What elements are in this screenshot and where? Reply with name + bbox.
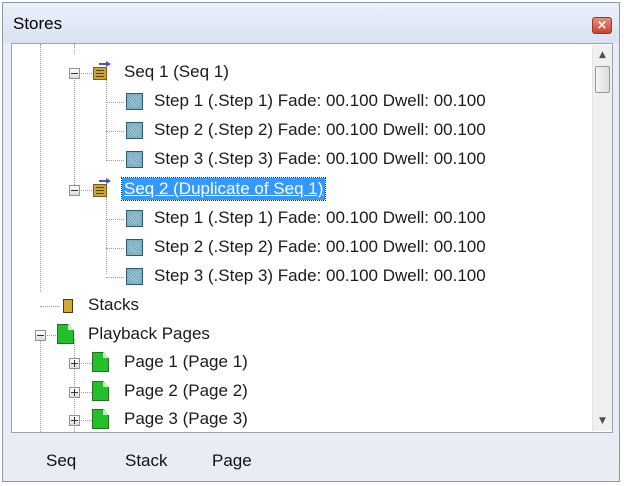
tree-item-step[interactable]: Step 2 (.Step 2) Fade: 00.100 Dwell: 00.… [12, 116, 592, 144]
tree-branch-line [106, 102, 124, 103]
tree-item-step[interactable]: Step 1 (.Step 1) Fade: 00.100 Dwell: 00.… [12, 204, 592, 232]
step-icon [126, 268, 143, 285]
close-icon: × [596, 18, 608, 33]
tree-item-step[interactable]: Step 2 (.Step 2) Fade: 00.100 Dwell: 00.… [12, 233, 592, 261]
tree-item-label: Step 2 (.Step 2) Fade: 00.100 Dwell: 00.… [154, 120, 486, 139]
page-button[interactable]: Page [212, 451, 252, 471]
page-icon [92, 409, 110, 429]
expand-toggle[interactable] [69, 358, 80, 369]
tree-item-step[interactable]: Step 3 (.Step 3) Fade: 00.100 Dwell: 00.… [12, 262, 592, 290]
tree-branch-line [106, 131, 124, 132]
tree-item-playback-pages[interactable]: Playback Pages [12, 320, 592, 348]
step-icon [126, 122, 143, 139]
stack-button[interactable]: Stack [125, 451, 168, 471]
tree-item-label: Page 2 (Page 2) [124, 381, 248, 400]
scroll-down-arrow-icon[interactable]: ▼ [593, 411, 612, 431]
tree-branch-line [106, 160, 124, 161]
tree-item-label: Step 1 (.Step 1) Fade: 00.100 Dwell: 00.… [154, 91, 486, 110]
tree-item-seq-2[interactable]: Seq 2 (Duplicate of Seq 1) [12, 175, 592, 203]
expand-toggle[interactable] [69, 415, 80, 426]
page-icon [92, 352, 110, 372]
tree-item-label: Step 3 (.Step 3) Fade: 00.100 Dwell: 00.… [154, 266, 486, 285]
expand-toggle[interactable] [69, 387, 80, 398]
tree-item-label: Step 1 (.Step 1) Fade: 00.100 Dwell: 00.… [154, 208, 486, 227]
tree-item-page[interactable]: Page 1 (Page 1) [12, 348, 592, 376]
tree-item-label: Page 3 (Page 3) [124, 409, 248, 428]
tree-item-label: Playback Pages [88, 324, 210, 343]
tree-item-step[interactable]: Step 3 (.Step 3) Fade: 00.100 Dwell: 00.… [12, 145, 592, 173]
tree-item-stacks[interactable]: Stacks [12, 291, 592, 319]
tree-item-label: Page 1 (Page 1) [124, 352, 248, 371]
tree-branch-line [40, 306, 60, 307]
tree-guide-line [74, 44, 75, 54]
page-icon [92, 381, 110, 401]
tree-item-label: Seq 1 (Seq 1) [124, 62, 229, 81]
sequence-icon [92, 178, 111, 197]
window-title: Stores [13, 14, 63, 33]
collapse-toggle[interactable] [35, 330, 46, 341]
seq-button[interactable]: Seq [46, 451, 76, 471]
vertical-scrollbar[interactable]: ▲ ▼ [592, 45, 612, 431]
scroll-up-arrow-icon[interactable]: ▲ [593, 45, 612, 65]
tree-item-seq-1[interactable]: Seq 1 (Seq 1) [12, 58, 592, 86]
step-icon [126, 93, 143, 110]
tree-item-step[interactable]: Step 1 (.Step 1) Fade: 00.100 Dwell: 00.… [12, 87, 592, 115]
step-icon [126, 210, 143, 227]
tree-item-page[interactable]: Page 2 (Page 2) [12, 377, 592, 405]
tree-item-label: Stacks [88, 295, 140, 314]
stores-tree[interactable]: Seq 1 (Seq 1) Step 1 (.Step 1) Fade: 00.… [11, 43, 613, 433]
collapse-toggle[interactable] [69, 68, 80, 79]
step-icon [126, 239, 143, 256]
title-bar: Stores × [3, 3, 619, 43]
tree-item-label: Step 3 (.Step 3) Fade: 00.100 Dwell: 00.… [154, 149, 486, 168]
tree-item-page[interactable]: Page 3 (Page 3) [12, 405, 592, 432]
close-button[interactable]: × [592, 17, 612, 34]
tree-branch-line [106, 248, 124, 249]
step-icon [126, 151, 143, 168]
stores-window: Stores × Seq 1 (Seq 1) Step 1 (.Step 1) … [2, 2, 620, 482]
bottom-toolbar: Seq Stack Page [3, 433, 619, 481]
scroll-thumb[interactable] [595, 66, 610, 93]
page-icon [57, 324, 75, 344]
stack-icon [63, 299, 73, 313]
tree-item-label-selected: Seq 2 (Duplicate of Seq 1) [120, 177, 327, 201]
collapse-toggle[interactable] [69, 185, 80, 196]
tree-item-label: Step 2 (.Step 2) Fade: 00.100 Dwell: 00.… [154, 237, 486, 256]
tree-branch-line [106, 219, 124, 220]
tree-branch-line [106, 277, 124, 278]
sequence-icon [92, 61, 111, 80]
